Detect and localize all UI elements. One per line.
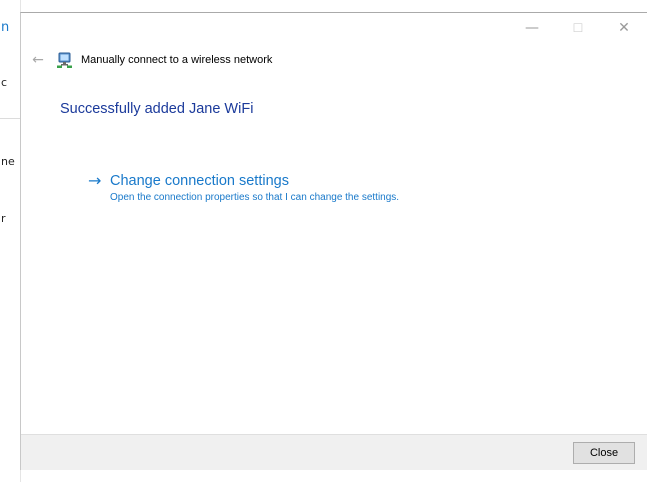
- arrow-right-icon: →: [88, 171, 102, 190]
- dialog-footer: Close: [21, 434, 647, 470]
- wireless-connect-dialog: — ☐ ✕ ← Manually connect to a wireless n…: [20, 12, 647, 470]
- back-button[interactable]: ←: [27, 52, 49, 68]
- background-text-fragment: c: [1, 76, 8, 89]
- background-divider: [0, 118, 20, 119]
- background-text-fragment: ne: [1, 155, 15, 168]
- dialog-title: Manually connect to a wireless network: [81, 54, 273, 66]
- dialog-header: ← Manually connect to a wireless network: [21, 47, 272, 73]
- close-button[interactable]: Close: [573, 442, 635, 464]
- background-window: n c ne r: [0, 0, 21, 482]
- window-controls: — ☐ ✕: [509, 13, 647, 43]
- change-connection-settings-link[interactable]: → Change connection settings Open the co…: [88, 171, 399, 203]
- command-link-text: Change connection settings Open the conn…: [110, 171, 399, 203]
- success-heading: Successfully added Jane WiFi: [60, 101, 254, 117]
- background-text-fragment: n: [1, 20, 10, 35]
- maximize-button[interactable]: ☐: [555, 13, 601, 43]
- wireless-network-icon: [55, 50, 75, 70]
- minimize-button[interactable]: —: [509, 13, 555, 43]
- command-link-description: Open the connection properties so that I…: [110, 192, 400, 203]
- close-window-button[interactable]: ✕: [601, 13, 647, 43]
- command-link-title: Change connection settings: [110, 173, 289, 189]
- background-text-fragment: r: [1, 212, 6, 225]
